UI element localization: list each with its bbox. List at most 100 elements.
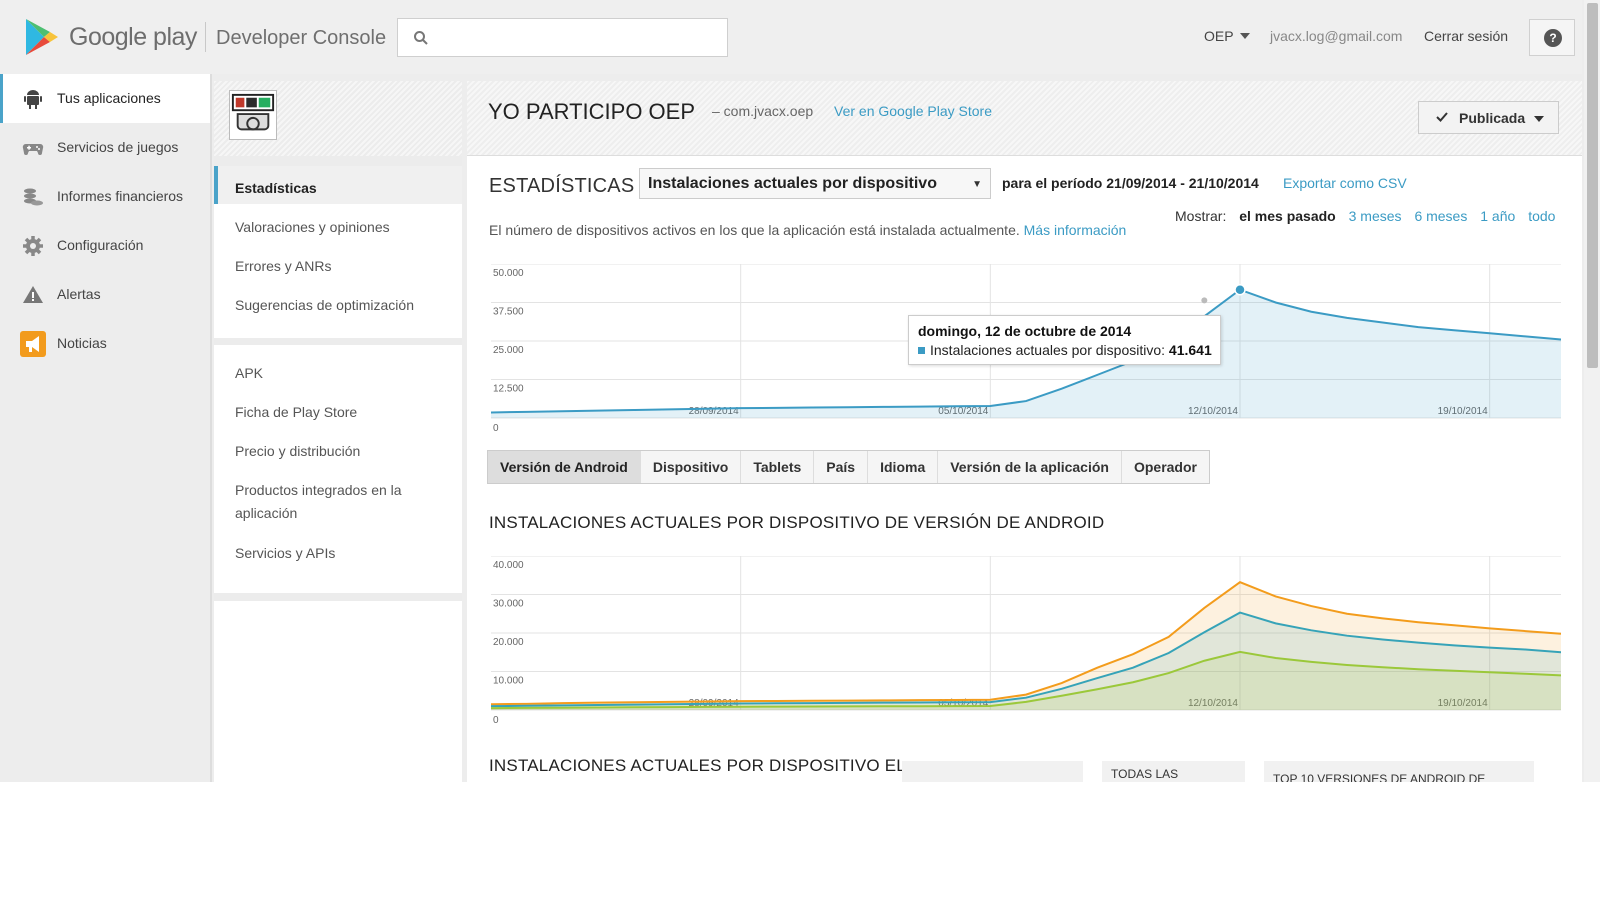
y-tick-label: 40.000: [493, 560, 524, 571]
section3-box-top10[interactable]: TOP 10 VERSIONES DE ANDROID DE: [1264, 761, 1534, 782]
store-link[interactable]: Ver en Google Play Store: [834, 103, 992, 119]
subnav-item-store-listing[interactable]: Ficha de Play Store: [214, 390, 462, 428]
annotation-marker[interactable]: [1201, 297, 1208, 304]
range-6-months[interactable]: 6 meses: [1414, 208, 1467, 224]
subnav-item-optimization[interactable]: Sugerencias de optimización: [214, 283, 462, 321]
nav-item-alerts[interactable]: Alertas: [0, 270, 210, 319]
nav-item-financial-reports[interactable]: Informes financieros: [0, 172, 210, 221]
dimension-tabs: Versión de Android Dispositivo Tablets P…: [487, 450, 1210, 484]
app-icon[interactable]: [229, 90, 277, 140]
publish-status-label: Publicada: [1459, 110, 1526, 126]
brand-name: Google play: [69, 23, 197, 51]
tab-country[interactable]: País: [814, 451, 869, 483]
publish-status-button[interactable]: Publicada: [1418, 101, 1559, 134]
android-version-chart[interactable]: 40.00030.00020.00010.000028/09/2014 05/10…: [489, 556, 1561, 726]
check-icon: [1436, 112, 1448, 122]
warning-icon: [23, 286, 43, 303]
y-tick-label: 25.000: [493, 345, 524, 356]
nav-item-game-services[interactable]: Servicios de juegos: [0, 123, 210, 172]
chevron-down-icon: [1534, 116, 1544, 122]
subnav-label: Servicios y APIs: [235, 545, 336, 561]
tab-android-version[interactable]: Versión de Android: [488, 451, 641, 483]
tab-carrier[interactable]: Operador: [1121, 451, 1209, 483]
subnav-item-crashes[interactable]: Errores y ANRs: [214, 244, 462, 282]
subnav-label: Errores y ANRs: [235, 258, 332, 274]
subnav-filler: [214, 601, 462, 782]
app-subnav: Estadísticas Valoraciones y opiniones Er…: [214, 81, 462, 782]
tab-device[interactable]: Dispositivo: [640, 451, 742, 483]
nav-item-apps[interactable]: Tus aplicaciones: [0, 74, 210, 123]
tooltip-date: domingo, 12 de octubre de 2014: [918, 323, 1132, 339]
nav-label: Noticias: [57, 335, 107, 351]
coins-icon: [24, 188, 43, 206]
subnav-group-publishing: APK Ficha de Play Store Precio y distrib…: [214, 345, 462, 593]
gear-icon: [23, 236, 43, 256]
app-icon-header: [214, 81, 462, 156]
google-play-logo[interactable]: [24, 18, 60, 56]
y-tick-label: 30.000: [493, 599, 524, 610]
range-label: Mostrar:: [1175, 208, 1227, 224]
subnav-item-apk[interactable]: APK: [214, 351, 462, 389]
search-box[interactable]: [397, 18, 728, 57]
help-button[interactable]: ?: [1529, 19, 1575, 56]
range-1-year[interactable]: 1 año: [1480, 208, 1515, 224]
highlighted-point[interactable]: [1234, 283, 1246, 296]
y-tick-label: 10.000: [493, 676, 524, 687]
stats-heading: ESTADÍSTICAS: [489, 175, 635, 197]
account-switcher[interactable]: OEP: [1204, 28, 1250, 44]
top-header: Google play Developer Console OEP jvacx.…: [0, 0, 1582, 74]
section3-box-all[interactable]: TODAS LAS: [1102, 761, 1245, 782]
nav-item-news[interactable]: Noticias: [0, 319, 210, 368]
metric-selected: Instalaciones actuales por dispositivo: [648, 175, 937, 192]
tab-app-version[interactable]: Versión de la aplicación: [938, 451, 1122, 483]
export-csv-link[interactable]: Exportar como CSV: [1283, 175, 1407, 191]
subnav-label: Precio y distribución: [235, 443, 361, 459]
tooltip-value: 41.641: [1168, 342, 1212, 358]
period-range: para el período 21/09/2014 - 21/10/2014: [1002, 175, 1259, 191]
gamepad-icon: [22, 143, 44, 155]
tooltip-series-label: Instalaciones actuales por dispositivo:: [930, 342, 1166, 358]
range-all[interactable]: todo: [1528, 208, 1555, 224]
stats-description: El número de dispositivos activos en los…: [489, 222, 1126, 238]
subnav-item-pricing[interactable]: Precio y distribución: [214, 429, 462, 467]
subnav-item-services-apis[interactable]: Servicios y APIs: [214, 531, 462, 569]
metric-select[interactable]: Instalaciones actuales por dispositivo ▼: [639, 168, 991, 199]
chart-tooltip: domingo, 12 de octubre de 2014 Instalaci…: [908, 315, 1221, 365]
subnav-label: APK: [235, 365, 264, 381]
nav-label: Servicios de juegos: [57, 139, 179, 155]
logout-link[interactable]: Cerrar sesión: [1424, 28, 1508, 44]
subnav-label: Productos integrados en la aplicación: [235, 482, 402, 521]
tab-tablets[interactable]: Tablets: [741, 451, 815, 483]
nav-item-settings[interactable]: Configuración: [0, 221, 210, 270]
search-input[interactable]: [440, 25, 720, 51]
range-3-months[interactable]: 3 meses: [1349, 208, 1402, 224]
range-selector: Mostrar: el mes pasado 3 meses 6 meses 1…: [1175, 208, 1564, 224]
subnav-item-ratings[interactable]: Valoraciones y opiniones: [214, 205, 462, 243]
app-header: YO PARTICIPO OEP – com.jvacx.oep Ver en …: [467, 81, 1582, 156]
main-content: YO PARTICIPO OEP – com.jvacx.oep Ver en …: [467, 81, 1582, 782]
section3-box-empty[interactable]: [902, 761, 1083, 782]
nav-label: Tus aplicaciones: [57, 90, 161, 106]
megaphone-icon: [20, 331, 46, 357]
brand-divider: [205, 22, 206, 52]
page-scrollbar[interactable]: [1584, 0, 1600, 782]
y-tick-label: 0: [493, 423, 499, 434]
app-title: YO PARTICIPO OEP: [488, 99, 696, 124]
android-icon: [24, 90, 42, 109]
section3-heading: INSTALACIONES ACTUALES POR DISPOSITIVO E…: [489, 756, 906, 775]
subnav-item-statistics[interactable]: Estadísticas: [214, 166, 462, 204]
scrollbar-thumb[interactable]: [1587, 3, 1598, 368]
y-tick-label: 12.500: [493, 384, 524, 395]
subnav-item-in-app-products[interactable]: Productos integrados en la aplicación: [214, 468, 462, 530]
subnav-label: Ficha de Play Store: [235, 404, 358, 420]
android-version-heading: INSTALACIONES ACTUALES POR DISPOSITIVO D…: [489, 513, 1105, 532]
search-icon: [414, 31, 428, 45]
nav-label: Alertas: [57, 286, 101, 302]
y-tick-label: 37.500: [493, 307, 524, 318]
more-info-link[interactable]: Más información: [1024, 222, 1127, 238]
subnav-label: Sugerencias de optimización: [235, 297, 414, 313]
y-tick-label: 20.000: [493, 637, 524, 648]
tab-language[interactable]: Idioma: [868, 451, 939, 483]
range-last-month[interactable]: el mes pasado: [1239, 208, 1336, 224]
left-nav: Tus aplicaciones Servicios de juegos Inf…: [0, 74, 212, 782]
